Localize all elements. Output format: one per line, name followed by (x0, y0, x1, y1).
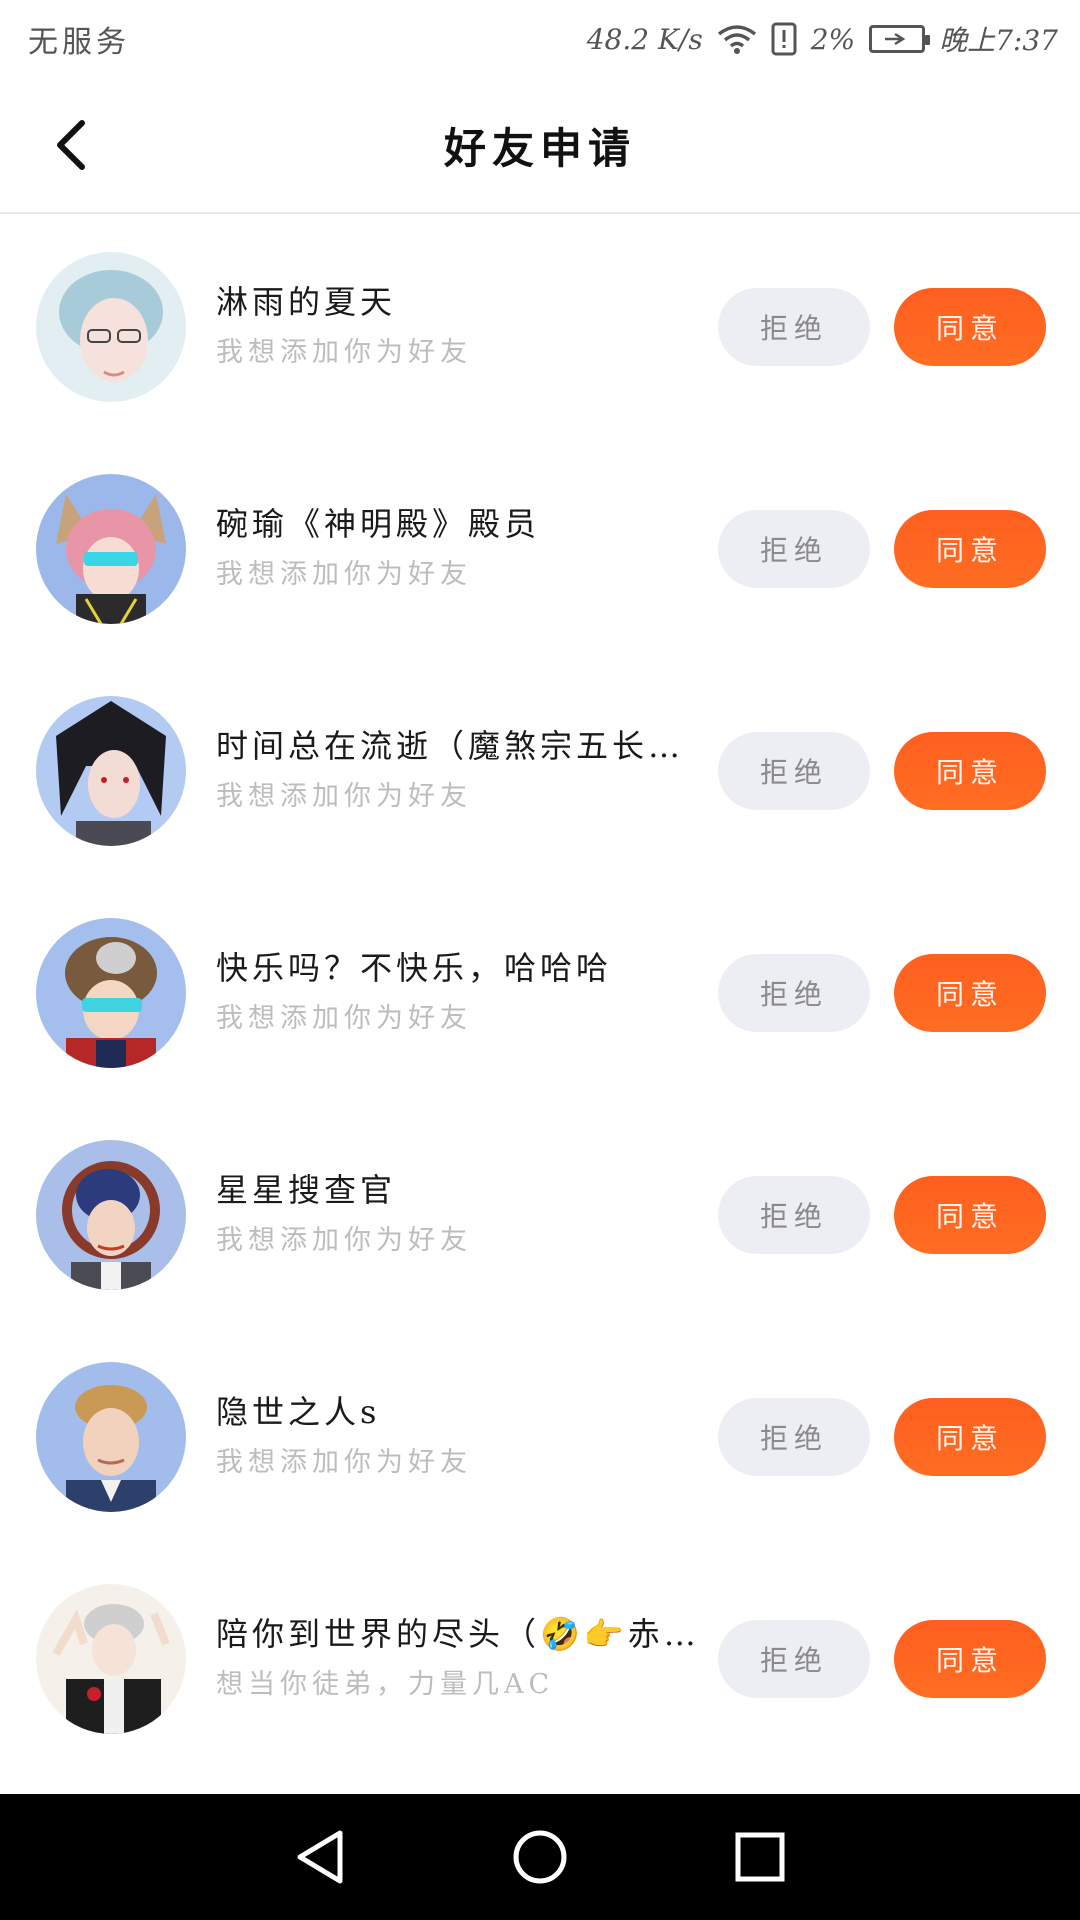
status-bar: 无服务 48.2 K/s 2% 晚上7:37 (0, 0, 1080, 78)
system-nav-bar (0, 1794, 1080, 1920)
nav-home-button[interactable] (495, 1812, 585, 1902)
reject-button[interactable]: 拒绝 (718, 510, 870, 588)
request-message: 我想添加你为好友 (216, 1225, 472, 1256)
app-header: 好友申请 (0, 78, 1080, 214)
reject-button[interactable]: 拒绝 (718, 1398, 870, 1476)
request-message: 想当你徒弟，力量几AC (216, 1669, 555, 1700)
battery-percent: 2% (810, 22, 856, 56)
user-name: 隐世之人s (216, 1393, 381, 1431)
accept-button[interactable]: 同意 (894, 1620, 1046, 1698)
request-message: 我想添加你为好友 (216, 1447, 472, 1478)
list-item: 快乐吗？不快乐，哈哈哈 我想添加你为好友 拒绝 同意 (0, 880, 1080, 1102)
accept-button[interactable]: 同意 (894, 510, 1046, 588)
circle-home-icon (513, 1830, 567, 1884)
user-name: 陪你到世界的尽头（🤣👉赤… (216, 1615, 696, 1653)
reject-button[interactable]: 拒绝 (718, 1620, 870, 1698)
network-speed: 48.2 K/s (586, 22, 703, 56)
status-indicators: 48.2 K/s 2% 晚上7:37 (587, 19, 1058, 59)
user-name: 星星搜查官 (216, 1171, 397, 1209)
request-message: 我想添加你为好友 (216, 781, 472, 812)
user-name: 快乐吗？不快乐，哈哈哈 (216, 949, 613, 987)
list-item: 星星搜查官 我想添加你为好友 拒绝 同意 (0, 1102, 1080, 1324)
avatar[interactable] (36, 1140, 186, 1290)
friend-request-list: 淋雨的夏天 我想添加你为好友 拒绝 同意 碗瑜《神明殿》殿员 我想添加你为好友 … (0, 214, 1080, 1768)
reject-button[interactable]: 拒绝 (718, 954, 870, 1032)
nav-recents-button[interactable] (715, 1812, 805, 1902)
avatar[interactable] (36, 918, 186, 1068)
accept-button[interactable]: 同意 (894, 1176, 1046, 1254)
request-message: 我想添加你为好友 (216, 1003, 472, 1034)
reject-button[interactable]: 拒绝 (718, 1176, 870, 1254)
avatar[interactable] (36, 474, 186, 624)
accept-button[interactable]: 同意 (894, 732, 1046, 810)
sim-alert-icon (771, 22, 797, 56)
chevron-left-icon (57, 120, 85, 170)
reject-button[interactable]: 拒绝 (718, 288, 870, 366)
back-button[interactable] (40, 110, 100, 180)
list-item: 碗瑜《神明殿》殿员 我想添加你为好友 拒绝 同意 (0, 436, 1080, 658)
clock: 晚上7:37 (939, 24, 1058, 57)
user-name: 时间总在流逝（魔煞宗五长… (216, 727, 685, 765)
user-name: 碗瑜《神明殿》殿员 (216, 505, 541, 543)
accept-button[interactable]: 同意 (894, 1398, 1046, 1476)
avatar[interactable] (36, 252, 186, 402)
avatar[interactable] (36, 696, 186, 846)
wifi-icon (717, 24, 757, 54)
page-title: 好友申请 (443, 123, 636, 173)
reject-button[interactable]: 拒绝 (718, 732, 870, 810)
triangle-back-icon (297, 1830, 343, 1884)
user-name: 淋雨的夏天 (216, 283, 397, 321)
nav-back-button[interactable] (275, 1812, 365, 1902)
accept-button[interactable]: 同意 (894, 954, 1046, 1032)
list-item: 隐世之人s 我想添加你为好友 拒绝 同意 (0, 1324, 1080, 1546)
carrier-label: 无服务 (28, 25, 130, 60)
list-item: 时间总在流逝（魔煞宗五长… 我想添加你为好友 拒绝 同意 (0, 658, 1080, 880)
battery-charging-icon (869, 25, 931, 53)
request-message: 我想添加你为好友 (216, 559, 472, 590)
accept-button[interactable]: 同意 (894, 288, 1046, 366)
request-message: 我想添加你为好友 (216, 337, 472, 368)
list-item: 淋雨的夏天 我想添加你为好友 拒绝 同意 (0, 214, 1080, 436)
square-recents-icon (735, 1832, 785, 1882)
avatar[interactable] (36, 1584, 186, 1734)
avatar[interactable] (36, 1362, 186, 1512)
list-item: 陪你到世界的尽头（🤣👉赤… 想当你徒弟，力量几AC 拒绝 同意 (0, 1546, 1080, 1768)
